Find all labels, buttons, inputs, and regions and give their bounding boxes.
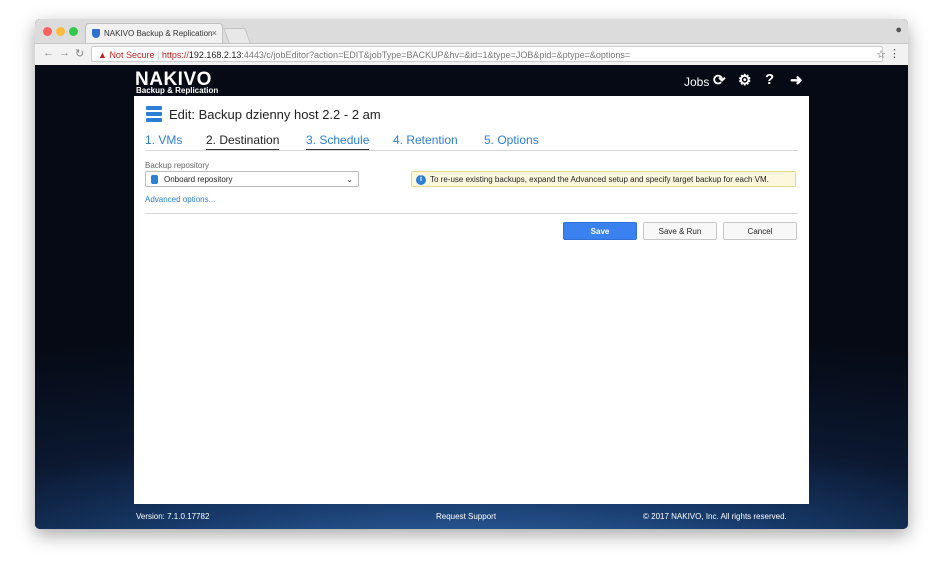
url-field[interactable]: ▲ Not Secure | https://192.168.2.13:4443… xyxy=(91,46,883,62)
url-host: 192.168.2.13 xyxy=(188,50,242,60)
tab-retention[interactable]: 4. Retention xyxy=(393,133,458,149)
reload-icon[interactable]: ↻ xyxy=(75,47,84,60)
save-and-run-button[interactable]: Save & Run xyxy=(643,222,717,240)
back-icon[interactable]: ← xyxy=(43,47,54,59)
info-banner: i To re-use existing backups, expand the… xyxy=(411,171,796,187)
save-button[interactable]: Save xyxy=(563,222,637,240)
section-divider xyxy=(145,213,798,214)
new-tab-button[interactable] xyxy=(223,28,251,43)
request-support-link[interactable]: Request Support xyxy=(436,512,496,521)
tab-vms[interactable]: 1. VMs xyxy=(145,133,182,149)
url-scheme: https:// xyxy=(161,50,189,60)
tab-title: NAKIVO Backup & Replication xyxy=(104,29,213,38)
copyright-text: © 2017 NAKIVO, Inc. All rights reserved. xyxy=(643,512,787,521)
repository-value: Onboard repository xyxy=(164,175,233,184)
warning-icon: ▲ xyxy=(98,50,107,60)
shield-icon xyxy=(92,29,100,38)
close-window-button[interactable] xyxy=(43,27,52,36)
repository-select[interactable]: Onboard repository ⌄ xyxy=(145,171,359,187)
title-bar: NAKIVO Backup & Replication × ● xyxy=(35,19,908,44)
job-editor-panel: Edit: Backup dzienny host 2.2 - 2 am 1. … xyxy=(134,96,809,504)
tab-close-icon[interactable]: × xyxy=(212,28,217,38)
menu-icon[interactable]: ⋮ xyxy=(889,47,900,60)
browser-tab[interactable]: NAKIVO Backup & Replication × xyxy=(85,23,223,43)
info-text: To re-use existing backups, expand the A… xyxy=(430,175,769,184)
forward-icon[interactable]: → xyxy=(59,47,70,59)
tabs-divider xyxy=(145,150,798,151)
logo-subtitle: Backup & Replication xyxy=(136,86,219,95)
tab-options[interactable]: 5. Options xyxy=(484,133,539,149)
database-icon xyxy=(151,175,158,184)
advanced-options-link[interactable]: Advanced options... xyxy=(145,195,215,204)
profile-icon[interactable]: ● xyxy=(895,24,902,36)
help-icon[interactable]: ? xyxy=(765,71,774,88)
tab-schedule[interactable]: 3. Schedule xyxy=(306,133,370,151)
refresh-icon[interactable]: ⟳ xyxy=(713,71,726,89)
jobs-link[interactable]: Jobs xyxy=(684,75,709,89)
version-text: Version: 7.1.0.17782 xyxy=(136,512,210,521)
maximize-window-button[interactable] xyxy=(69,27,78,36)
url-path: :4443/c/jobEditor?action=EDIT&jobType=BA… xyxy=(241,50,631,60)
bookmark-star-icon[interactable]: ☆ xyxy=(876,48,886,61)
address-bar: ← → ↻ ▲ Not Secure | https://192.168.2.1… xyxy=(35,44,908,66)
layers-icon xyxy=(146,106,162,122)
cancel-button[interactable]: Cancel xyxy=(723,222,797,240)
tab-destination[interactable]: 2. Destination xyxy=(206,133,280,151)
chevron-down-icon: ⌄ xyxy=(346,175,353,184)
gear-icon[interactable]: ⚙ xyxy=(738,71,751,89)
repository-label: Backup repository xyxy=(145,161,210,170)
logout-icon[interactable]: ➜ xyxy=(790,71,803,89)
not-secure-label: Not Secure xyxy=(109,50,155,60)
info-icon: i xyxy=(416,175,426,185)
minimize-window-button[interactable] xyxy=(56,27,65,36)
page-title: Edit: Backup dzienny host 2.2 - 2 am xyxy=(169,107,381,122)
browser-window: NAKIVO Backup & Replication × ● ← → ↻ ▲ … xyxy=(35,19,908,529)
